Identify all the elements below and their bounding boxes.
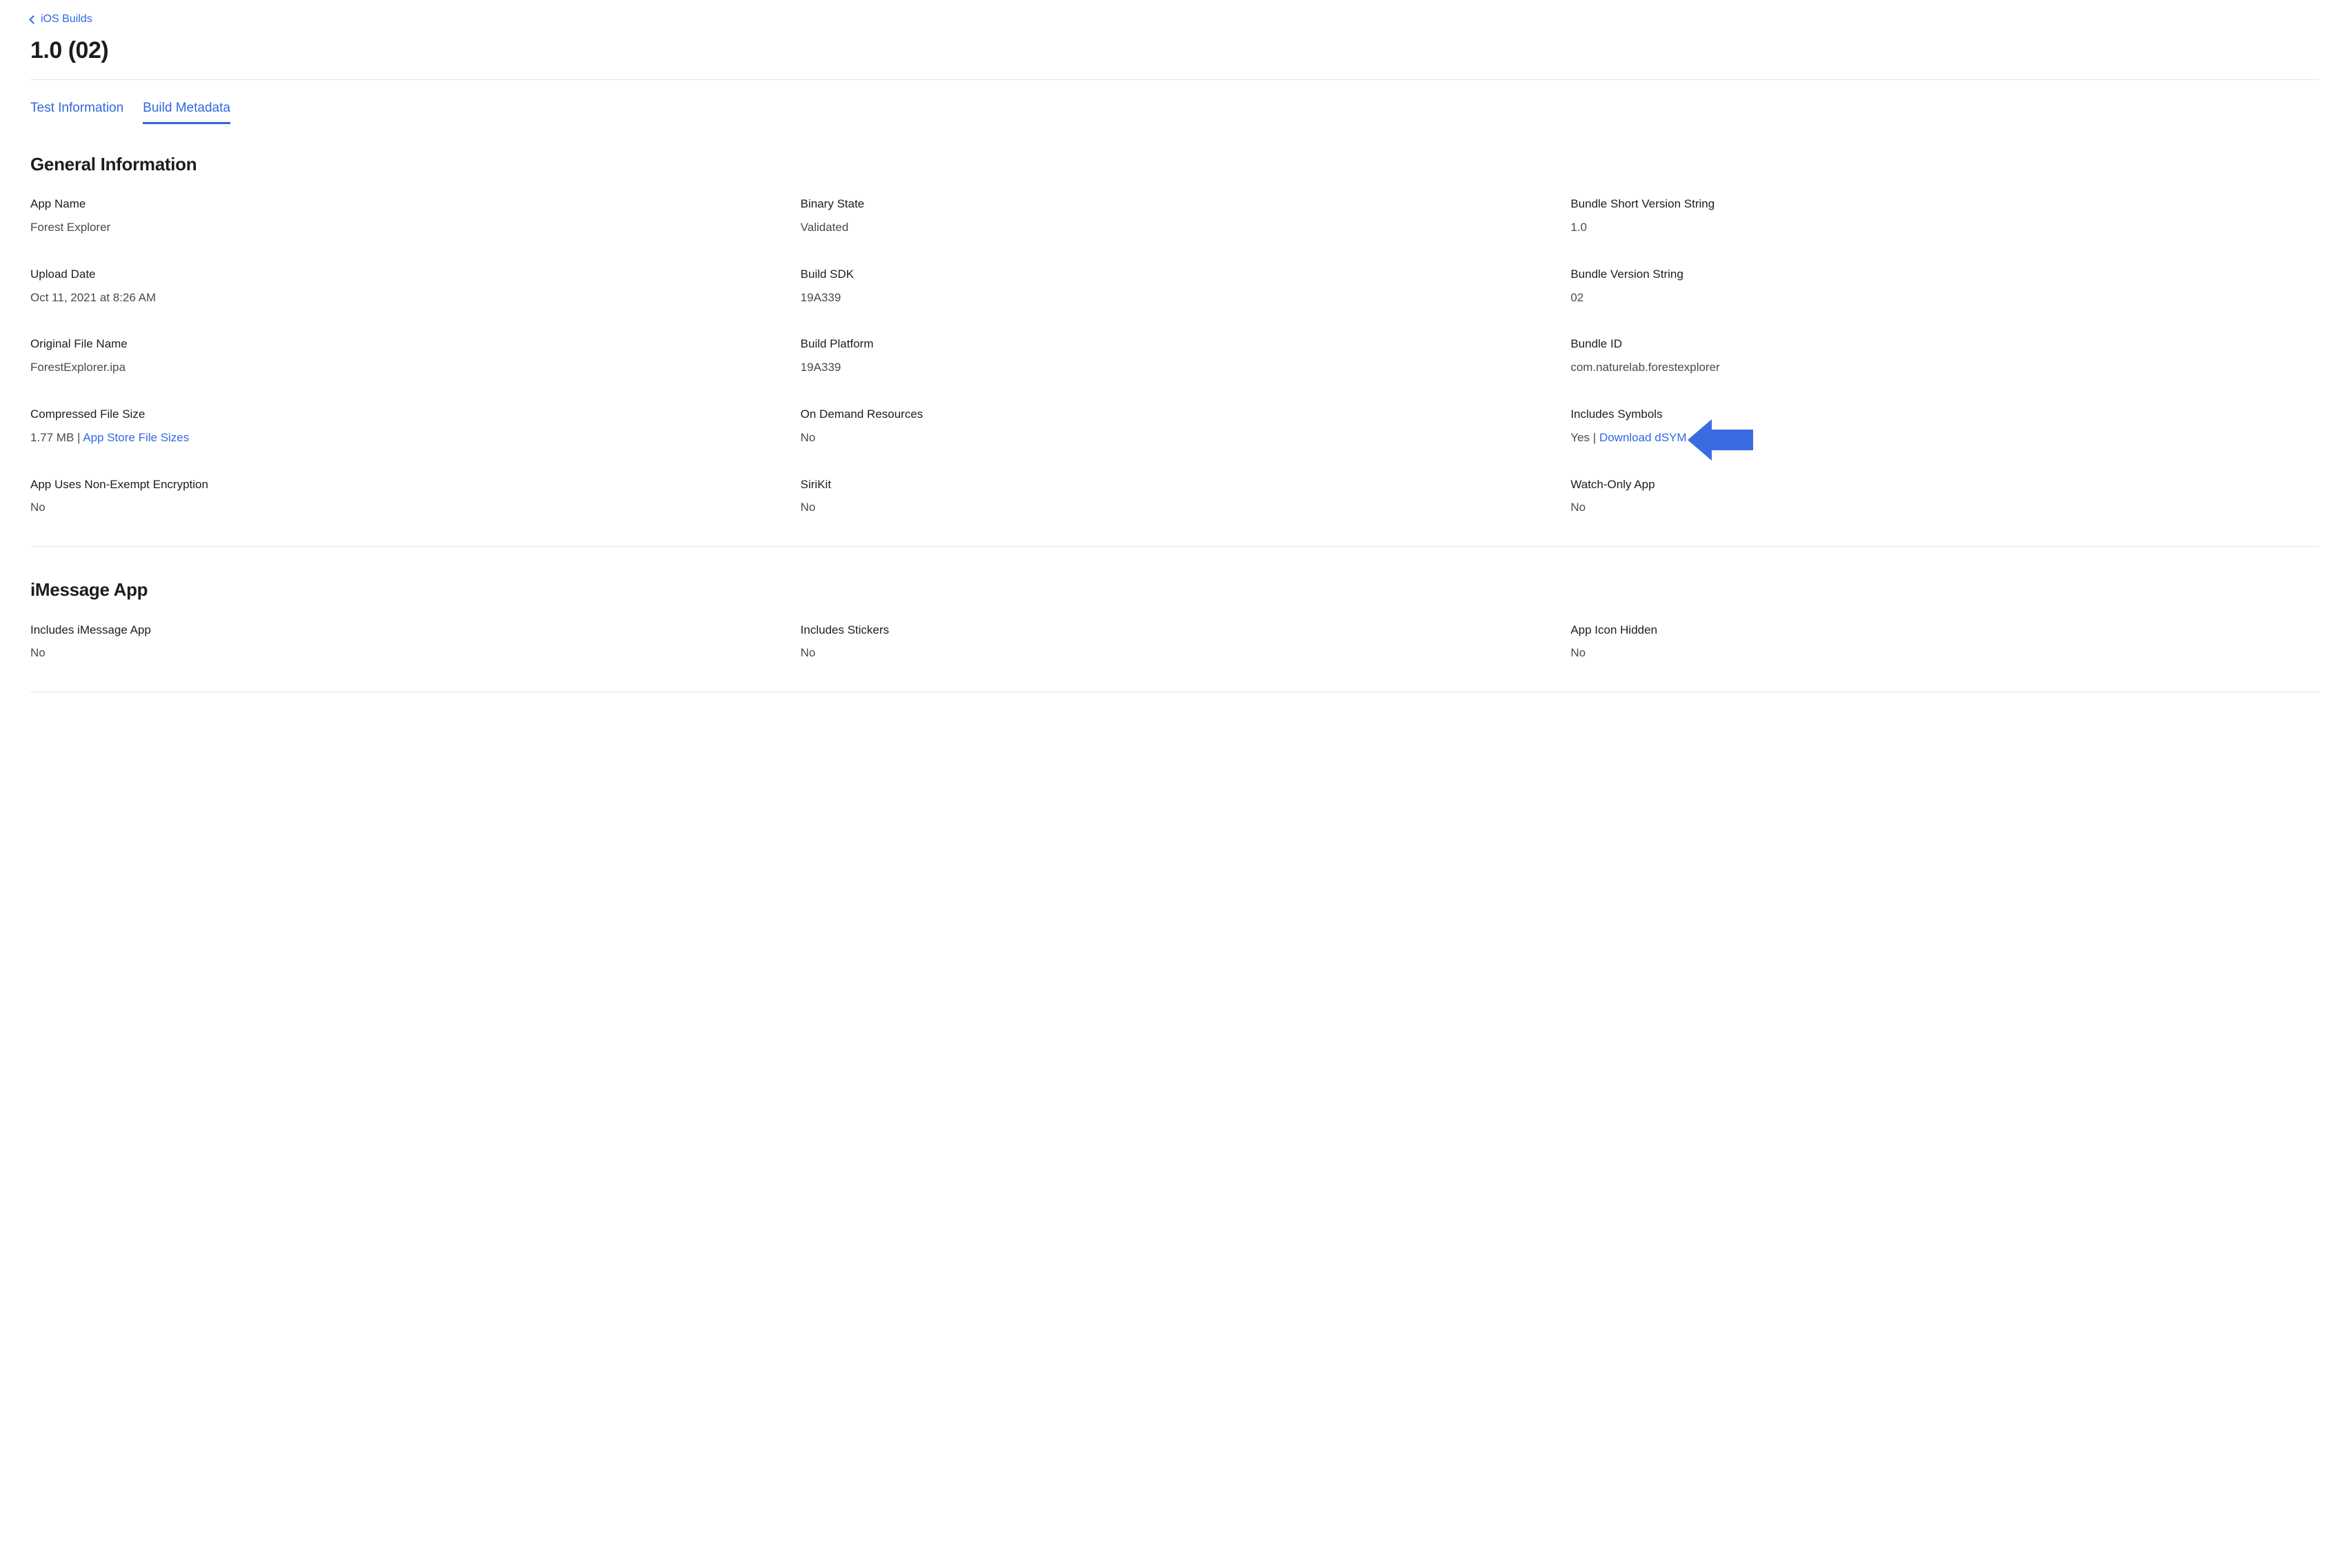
label-original-file-name: Original File Name <box>30 336 779 352</box>
value-app-icon-hidden: No <box>1570 645 2319 661</box>
field-includes-imessage: Includes iMessage App No <box>30 622 779 662</box>
label-bundle-version: Bundle Version String <box>1570 266 2319 283</box>
compressed-size-separator: | <box>74 431 83 444</box>
label-bundle-short-version: Bundle Short Version String <box>1570 196 2319 212</box>
tab-test-information[interactable]: Test Information <box>30 99 123 124</box>
value-on-demand-resources: No <box>801 430 1549 446</box>
field-bundle-short-version: Bundle Short Version String 1.0 <box>1570 196 2319 236</box>
value-bundle-id: com.naturelab.forestexplorer <box>1570 359 2319 376</box>
value-includes-symbols: Yes | Download dSYM <box>1570 430 2319 446</box>
field-on-demand-resources: On Demand Resources No <box>801 406 1549 446</box>
label-upload-date: Upload Date <box>30 266 779 283</box>
field-compressed-file-size: Compressed File Size 1.77 MB | App Store… <box>30 406 779 446</box>
general-grid: App Name Forest Explorer Binary State Va… <box>30 196 2319 516</box>
label-includes-symbols: Includes Symbols <box>1570 406 2319 423</box>
compressed-size-text: 1.77 MB <box>30 431 74 444</box>
value-non-exempt-encryption: No <box>30 499 779 516</box>
value-sirikit: No <box>801 499 1549 516</box>
value-binary-state: Validated <box>801 219 1549 236</box>
field-watch-only: Watch-Only App No <box>1570 476 2319 516</box>
app-store-file-sizes-link[interactable]: App Store File Sizes <box>83 431 189 444</box>
field-original-file-name: Original File Name ForestExplorer.ipa <box>30 336 779 376</box>
label-compressed-file-size: Compressed File Size <box>30 406 779 423</box>
includes-symbols-separator: | <box>1590 431 1599 444</box>
field-upload-date: Upload Date Oct 11, 2021 at 8:26 AM <box>30 266 779 306</box>
label-includes-stickers: Includes Stickers <box>801 622 1549 639</box>
field-sirikit: SiriKit No <box>801 476 1549 516</box>
label-build-platform: Build Platform <box>801 336 1549 352</box>
field-app-icon-hidden: App Icon Hidden No <box>1570 622 2319 662</box>
page-title: 1.0 (02) <box>30 34 2319 68</box>
imessage-grid: Includes iMessage App No Includes Sticke… <box>30 622 2319 662</box>
value-original-file-name: ForestExplorer.ipa <box>30 359 779 376</box>
field-bundle-id: Bundle ID com.naturelab.forestexplorer <box>1570 336 2319 376</box>
includes-symbols-text: Yes <box>1570 431 1590 444</box>
section-title-general: General Information <box>30 152 2319 177</box>
value-includes-stickers: No <box>801 645 1549 661</box>
field-includes-stickers: Includes Stickers No <box>801 622 1549 662</box>
label-sirikit: SiriKit <box>801 476 1549 493</box>
label-on-demand-resources: On Demand Resources <box>801 406 1549 423</box>
label-binary-state: Binary State <box>801 196 1549 212</box>
value-compressed-file-size: 1.77 MB | App Store File Sizes <box>30 430 779 446</box>
tab-build-metadata[interactable]: Build Metadata <box>143 99 230 124</box>
section-title-imessage: iMessage App <box>30 577 2319 602</box>
value-build-platform: 19A339 <box>801 359 1549 376</box>
field-binary-state: Binary State Validated <box>801 196 1549 236</box>
value-watch-only: No <box>1570 499 2319 516</box>
value-upload-date: Oct 11, 2021 at 8:26 AM <box>30 290 779 306</box>
field-bundle-version: Bundle Version String 02 <box>1570 266 2319 306</box>
value-bundle-short-version: 1.0 <box>1570 219 2319 236</box>
section-divider-1 <box>30 546 2319 547</box>
label-bundle-id: Bundle ID <box>1570 336 2319 352</box>
value-app-name: Forest Explorer <box>30 219 779 236</box>
back-link[interactable]: iOS Builds <box>30 12 92 27</box>
download-dsym-link[interactable]: Download dSYM <box>1599 431 1687 444</box>
value-includes-imessage: No <box>30 645 779 661</box>
field-build-platform: Build Platform 19A339 <box>801 336 1549 376</box>
value-build-sdk: 19A339 <box>801 290 1549 306</box>
field-app-name: App Name Forest Explorer <box>30 196 779 236</box>
label-watch-only: Watch-Only App <box>1570 476 2319 493</box>
label-app-icon-hidden: App Icon Hidden <box>1570 622 2319 639</box>
field-non-exempt-encryption: App Uses Non-Exempt Encryption No <box>30 476 779 516</box>
chevron-left-icon <box>29 15 38 24</box>
field-build-sdk: Build SDK 19A339 <box>801 266 1549 306</box>
field-includes-symbols: Includes Symbols Yes | Download dSYM <box>1570 406 2319 446</box>
back-link-label: iOS Builds <box>41 12 92 27</box>
label-app-name: App Name <box>30 196 779 212</box>
label-build-sdk: Build SDK <box>801 266 1549 283</box>
value-bundle-version: 02 <box>1570 290 2319 306</box>
header-divider <box>30 79 2319 80</box>
label-non-exempt-encryption: App Uses Non-Exempt Encryption <box>30 476 779 493</box>
label-includes-imessage: Includes iMessage App <box>30 622 779 639</box>
tabs: Test Information Build Metadata <box>30 99 2319 124</box>
